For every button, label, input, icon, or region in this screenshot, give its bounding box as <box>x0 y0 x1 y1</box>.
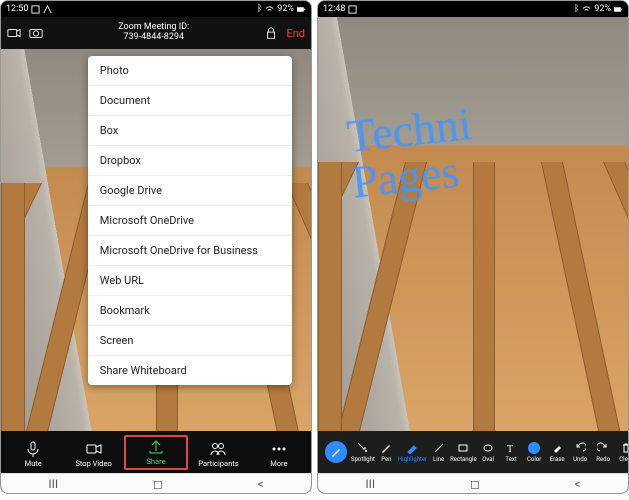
tool-color[interactable]: Color <box>523 441 546 463</box>
participants-icon <box>210 441 226 457</box>
nav-stop-video[interactable]: Stop Video <box>63 437 123 468</box>
camera-icon[interactable] <box>29 26 43 40</box>
tool-text[interactable]: T Text <box>500 441 523 463</box>
notif-icon <box>348 5 357 14</box>
android-softnav: III ◻ < <box>1 473 311 493</box>
share-item-gdrive[interactable]: Google Drive <box>88 176 293 206</box>
shared-screen-area[interactable]: Techni Pages <box>318 17 628 431</box>
tool-oval[interactable]: Oval <box>477 441 500 463</box>
status-time: 12:50 <box>6 4 28 14</box>
undo-icon <box>573 441 587 455</box>
wifi-icon <box>582 5 591 14</box>
more-icon <box>271 441 287 457</box>
share-menu: Photo Document Box Dropbox Google Drive … <box>88 56 293 385</box>
highlighter-icon <box>405 441 419 455</box>
zoom-header: Zoom Meeting ID: 739-4844-8294 End Passw… <box>1 17 311 49</box>
share-icon <box>148 439 164 455</box>
nav-participants[interactable]: Participants <box>188 437 248 468</box>
share-item-onedrive[interactable]: Microsoft OneDrive <box>88 206 293 236</box>
end-button[interactable]: End <box>286 27 305 40</box>
phone-left: 12:50 ᛒ 92% Zoom Meeting ID: 739-4844-82… <box>0 0 312 494</box>
annotation-toolbar: Spotlight Pen Highlighter Line Rectangle… <box>318 431 628 473</box>
softnav-home[interactable]: ◻ <box>470 477 480 491</box>
meeting-title: Zoom Meeting ID: 739-4844-8294 <box>51 23 256 43</box>
line-icon <box>432 441 446 455</box>
softnav-home[interactable]: ◻ <box>153 477 163 491</box>
wifi-icon <box>265 5 274 14</box>
lock-icon <box>264 26 278 40</box>
tool-clear[interactable]: Clear <box>615 441 629 463</box>
pencil-icon <box>325 441 347 463</box>
trash-icon <box>619 441 629 455</box>
phone-right: 12:48 ᛒ 92% Techni Pages Spotlight <box>317 0 629 494</box>
tool-pen[interactable]: Pen <box>375 441 398 463</box>
tool-edit[interactable] <box>321 441 351 463</box>
battery-text: 92% <box>277 4 294 14</box>
pen-icon <box>379 441 393 455</box>
share-item-onedrivebiz[interactable]: Microsoft OneDrive for Business <box>88 236 293 266</box>
bluetooth-icon: ᛒ <box>257 4 262 14</box>
tool-rectangle[interactable]: Rectangle <box>450 441 477 463</box>
status-time: 12:48 <box>323 4 345 14</box>
notif-icon <box>43 5 52 14</box>
softnav-back[interactable]: < <box>575 477 581 491</box>
share-item-screen[interactable]: Screen <box>88 326 293 356</box>
softnav-back[interactable]: < <box>258 477 264 491</box>
nav-share[interactable]: Share <box>124 435 188 470</box>
tool-highlighter[interactable]: Highlighter <box>398 441 427 463</box>
softnav-recent[interactable]: III <box>48 477 58 491</box>
tool-undo[interactable]: Undo <box>569 441 592 463</box>
nav-more[interactable]: More <box>249 437 309 468</box>
video-icon <box>86 441 102 457</box>
android-softnav: III ◻ < <box>318 473 628 493</box>
spotlight-icon <box>356 441 370 455</box>
bluetooth-icon: ᛒ <box>574 4 579 14</box>
text-icon: T <box>504 441 518 455</box>
zoom-bottom-nav: Mute Stop Video Share Participants More <box>1 431 311 473</box>
share-item-document[interactable]: Document <box>88 86 293 116</box>
share-item-whiteboard[interactable]: Share Whiteboard <box>88 356 293 385</box>
nav-mute[interactable]: Mute <box>3 437 63 468</box>
camera-flip-icon[interactable] <box>7 26 21 40</box>
svg-text:T: T <box>507 444 513 454</box>
share-item-photo[interactable]: Photo <box>88 56 293 86</box>
erase-icon <box>550 441 564 455</box>
status-bar: 12:50 ᛒ 92% <box>1 1 311 17</box>
rectangle-icon <box>456 441 470 455</box>
share-item-bookmark[interactable]: Bookmark <box>88 296 293 326</box>
status-bar: 12:48 ᛒ 92% <box>318 1 628 17</box>
tool-spotlight[interactable]: Spotlight <box>351 441 375 463</box>
share-item-dropbox[interactable]: Dropbox <box>88 146 293 176</box>
battery-text: 92% <box>594 4 611 14</box>
notif-icon <box>31 5 40 14</box>
mic-icon <box>25 441 41 457</box>
tool-redo[interactable]: Redo <box>592 441 615 463</box>
softnav-recent[interactable]: III <box>365 477 375 491</box>
color-icon <box>527 441 541 455</box>
tool-line[interactable]: Line <box>427 441 450 463</box>
redo-icon <box>596 441 610 455</box>
tool-erase[interactable]: Erase <box>546 441 569 463</box>
battery-icon <box>614 5 623 14</box>
share-item-weburl[interactable]: Web URL <box>88 266 293 296</box>
battery-icon <box>297 5 306 14</box>
oval-icon <box>481 441 495 455</box>
share-item-box[interactable]: Box <box>88 116 293 146</box>
video-area: Photo Document Box Dropbox Google Drive … <box>1 49 311 431</box>
